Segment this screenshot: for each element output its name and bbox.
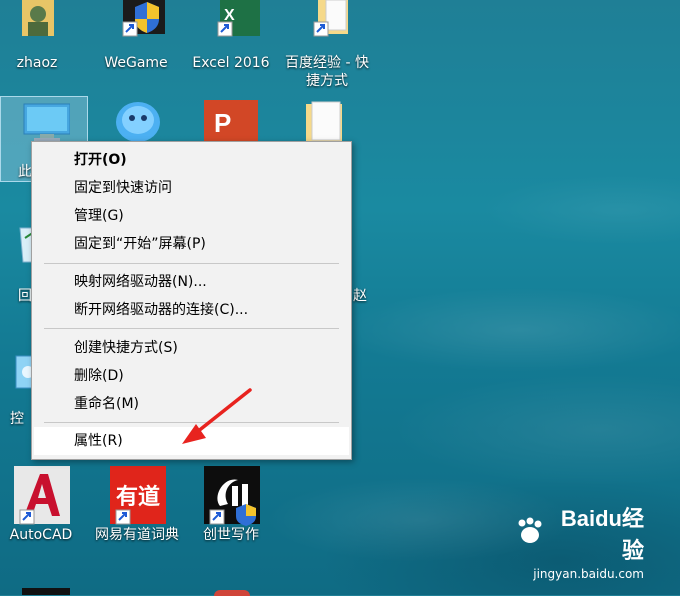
chuangshi-icon	[202, 466, 260, 526]
menu-item-open[interactable]: 打开(O)	[34, 147, 349, 173]
menu-item-properties[interactable]: 属性(R)	[34, 427, 349, 455]
menu-item-map-drive[interactable]: 映射网络驱动器(N)...	[34, 269, 349, 295]
menu-item-pin-start[interactable]: 固定到“开始”屏幕(P)	[34, 231, 349, 257]
desktop-icon-baidu-shortcut[interactable]: 百度经验 - 快 捷方式	[280, 0, 374, 90]
watermark-brand: Baidu经验	[560, 506, 644, 563]
excel-icon: X	[202, 0, 260, 58]
icon-label: AutoCAD	[9, 527, 73, 543]
desktop-icon-excel[interactable]: X Excel 2016	[186, 0, 276, 72]
svg-text:P: P	[214, 108, 231, 138]
context-menu: 打开(O) 固定到快速访问 管理(G) 固定到“开始”屏幕(P) 映射网络驱动器…	[31, 141, 352, 460]
icon-label: 网易有道词典	[95, 527, 179, 543]
menu-item-manage[interactable]: 管理(G)	[34, 203, 349, 229]
menu-item-pin-quick-access[interactable]: 固定到快速访问	[34, 175, 349, 201]
menu-separator	[44, 328, 339, 329]
icon-label: 创世写作	[203, 527, 259, 543]
wegame-icon	[107, 0, 181, 58]
menu-separator	[44, 263, 339, 264]
icon-label: 百度经验 - 快 捷方式	[285, 55, 369, 89]
partial-icon	[214, 590, 250, 596]
icon-label: 回	[18, 288, 32, 304]
partial-icon	[22, 588, 70, 595]
icon-label: 控	[10, 411, 24, 427]
youdao-icon: 有道	[108, 466, 166, 525]
desktop-icon-wegame[interactable]: WeGame	[91, 0, 181, 72]
menu-item-disconnect-drive[interactable]: 断开网络驱动器的连接(C)...	[34, 297, 349, 323]
user-folder-icon	[8, 0, 66, 58]
svg-text:X: X	[224, 7, 235, 24]
qq-icon[interactable]	[110, 96, 168, 146]
icon-label: 此	[18, 164, 32, 180]
baidu-watermark: Baidu经验 jingyan.baidu.com	[514, 501, 644, 581]
watermark-url: jingyan.baidu.com	[533, 567, 644, 581]
menu-item-delete[interactable]: 删除(D)	[34, 363, 349, 389]
desktop-icon-youdao[interactable]: 有道 网易有道词典	[90, 466, 184, 544]
desktop-icon-autocad[interactable]: AutoCAD	[0, 466, 86, 544]
paw-icon	[514, 517, 544, 549]
menu-item-rename[interactable]: 重命名(M)	[34, 391, 349, 417]
desktop-icon-chuangshi[interactable]: 创世写作	[186, 466, 276, 544]
menu-item-create-shortcut[interactable]: 创建快捷方式(S)	[34, 335, 349, 361]
menu-separator	[44, 422, 339, 423]
icon-label: 赵	[353, 288, 367, 304]
svg-text:有道: 有道	[116, 484, 160, 510]
desktop-icon-zhaoz[interactable]: zhaoz	[0, 0, 82, 72]
autocad-icon	[12, 466, 70, 525]
folder-shortcut-icon	[298, 0, 356, 58]
